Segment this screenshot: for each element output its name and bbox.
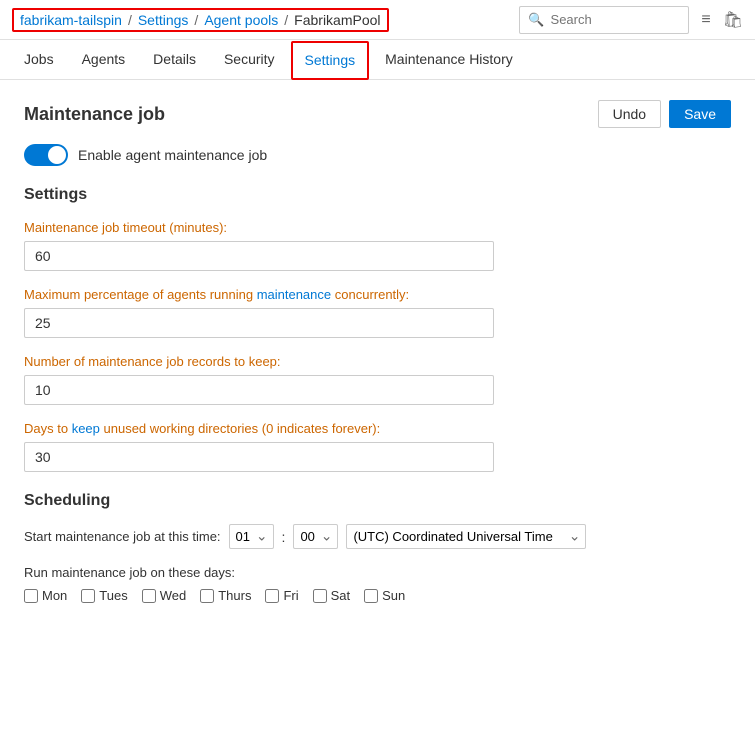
day-sat[interactable]: Sat <box>313 588 351 603</box>
settings-section: Settings Maintenance job timeout (minute… <box>24 186 731 472</box>
breadcrumb: fabrikam-tailspin / Settings / Agent poo… <box>12 8 389 32</box>
top-bar: fabrikam-tailspin / Settings / Agent poo… <box>0 0 755 40</box>
input-max-percentage[interactable] <box>24 308 494 338</box>
tab-maintenance-history[interactable]: Maintenance History <box>373 40 525 79</box>
save-button[interactable]: Save <box>669 100 731 128</box>
day-mon[interactable]: Mon <box>24 588 67 603</box>
timezone-select-wrap: (UTC) Coordinated Universal Time (UTC+01… <box>346 524 586 549</box>
checkbox-mon[interactable] <box>24 589 38 603</box>
label-max-percentage: Maximum percentage of agents running mai… <box>24 287 731 302</box>
bag-icon[interactable]: 🛍 <box>723 10 743 30</box>
minute-select-wrap: 00 15 30 45 <box>293 524 338 549</box>
tab-security[interactable]: Security <box>212 40 287 79</box>
enable-toggle[interactable] <box>24 144 68 166</box>
schedule-time-row: Start maintenance job at this time: 01 0… <box>24 524 731 549</box>
label-timeout: Maintenance job timeout (minutes): <box>24 220 731 235</box>
tab-agents[interactable]: Agents <box>70 40 138 79</box>
fabrikam-pool-crumb[interactable]: FabrikamPool <box>294 12 380 28</box>
label-records: Number of maintenance job records to kee… <box>24 354 731 369</box>
hour-select-wrap: 01 02 03 04 05 06 07 08 09 10 11 12 <box>229 524 274 549</box>
form-group-timeout: Maintenance job timeout (minutes): <box>24 220 731 271</box>
undo-button[interactable]: Undo <box>598 100 661 128</box>
day-fri[interactable]: Fri <box>265 588 298 603</box>
settings-crumb[interactable]: Settings <box>138 12 189 28</box>
agent-pools-crumb[interactable]: Agent pools <box>204 12 278 28</box>
search-input[interactable] <box>551 12 681 27</box>
search-icon: 🔍 <box>528 12 544 28</box>
label-days: Days to keep unused working directories … <box>24 421 731 436</box>
checkbox-tues[interactable] <box>81 589 95 603</box>
section-header: Maintenance job Undo Save <box>24 100 731 128</box>
sep1: / <box>128 12 132 28</box>
form-group-records: Number of maintenance job records to kee… <box>24 354 731 405</box>
checkbox-wed[interactable] <box>142 589 156 603</box>
minute-select[interactable]: 00 15 30 45 <box>293 524 338 549</box>
start-label: Start maintenance job at this time: <box>24 529 221 544</box>
input-days[interactable] <box>24 442 494 472</box>
form-group-days: Days to keep unused working directories … <box>24 421 731 472</box>
page-title: Maintenance job <box>24 104 165 125</box>
tab-jobs[interactable]: Jobs <box>12 40 66 79</box>
checkbox-fri[interactable] <box>265 589 279 603</box>
input-records[interactable] <box>24 375 494 405</box>
days-label: Run maintenance job on these days: <box>24 565 731 580</box>
tab-settings[interactable]: Settings <box>291 41 370 80</box>
input-timeout[interactable] <box>24 241 494 271</box>
toggle-label: Enable agent maintenance job <box>78 147 267 163</box>
checkbox-thurs[interactable] <box>200 589 214 603</box>
search-box[interactable]: 🔍 <box>519 6 689 34</box>
days-row: Mon Tues Wed Thurs Fri <box>24 588 731 603</box>
toggle-row: Enable agent maintenance job <box>24 144 731 166</box>
scheduling-section: Scheduling Start maintenance job at this… <box>24 492 731 603</box>
day-sun[interactable]: Sun <box>364 588 405 603</box>
sep2: / <box>194 12 198 28</box>
days-section: Run maintenance job on these days: Mon T… <box>24 565 731 603</box>
settings-title: Settings <box>24 186 731 204</box>
timezone-select[interactable]: (UTC) Coordinated Universal Time (UTC+01… <box>346 524 586 549</box>
day-wed[interactable]: Wed <box>142 588 187 603</box>
scheduling-title: Scheduling <box>24 492 731 510</box>
btn-group: Undo Save <box>598 100 731 128</box>
time-colon: : <box>282 529 286 545</box>
tab-bar: Jobs Agents Details Security Settings Ma… <box>0 40 755 80</box>
day-thurs[interactable]: Thurs <box>200 588 251 603</box>
list-icon[interactable]: ≡ <box>701 11 710 29</box>
sep3: / <box>284 12 288 28</box>
day-tues[interactable]: Tues <box>81 588 127 603</box>
toggle-knob <box>48 146 66 164</box>
brand-link[interactable]: fabrikam-tailspin <box>20 12 122 28</box>
form-group-max-percentage: Maximum percentage of agents running mai… <box>24 287 731 338</box>
checkbox-sun[interactable] <box>364 589 378 603</box>
main-content: Maintenance job Undo Save Enable agent m… <box>0 80 755 623</box>
hour-select[interactable]: 01 02 03 04 05 06 07 08 09 10 11 12 <box>229 524 274 549</box>
top-bar-right: 🔍 ≡ 🛍 <box>519 6 743 34</box>
checkbox-sat[interactable] <box>313 589 327 603</box>
tab-details[interactable]: Details <box>141 40 208 79</box>
